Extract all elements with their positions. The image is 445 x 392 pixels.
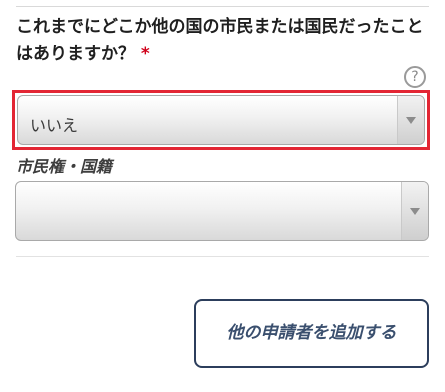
top-divider xyxy=(16,6,429,7)
section-divider xyxy=(16,256,429,257)
dropdown-arrow-icon xyxy=(401,182,428,240)
highlighted-select-frame: いいえ xyxy=(12,90,430,150)
help-symbol: ? xyxy=(411,69,419,85)
former-citizenship-select-value: いいえ xyxy=(30,116,79,135)
required-marker: * xyxy=(140,44,150,64)
add-applicant-button[interactable]: 他の申請者を追加する xyxy=(194,299,429,368)
question-label: これまでにどこか他の国の市民または国民だったことはありますか？ * xyxy=(16,14,426,68)
dropdown-arrow-icon xyxy=(397,96,424,144)
question-text: これまでにどこか他の国の市民または国民だったことはありますか？ xyxy=(16,17,424,64)
citizenship-field-label: 市民権・国籍 xyxy=(16,157,113,176)
citizenship-select[interactable] xyxy=(15,181,429,241)
former-citizenship-select[interactable]: いいえ xyxy=(17,95,425,145)
help-circle-icon[interactable]: ? xyxy=(404,66,426,88)
